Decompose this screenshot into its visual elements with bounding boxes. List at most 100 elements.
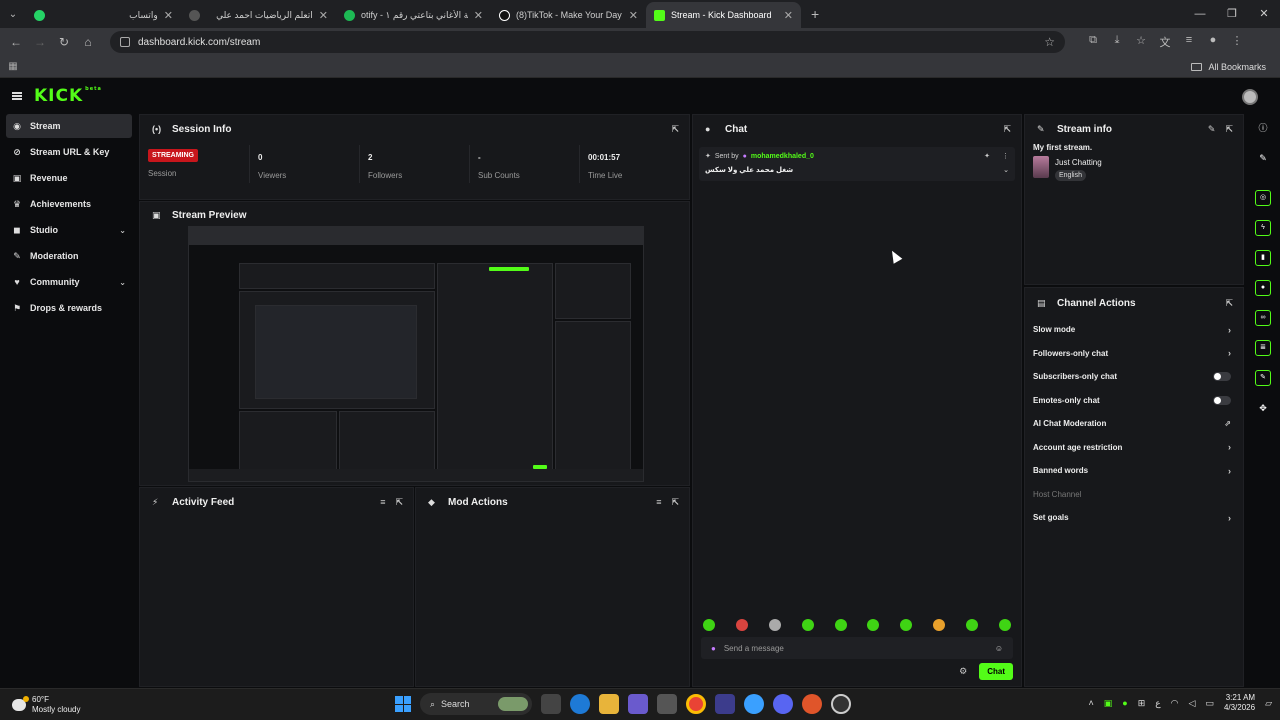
sidebar-item-stream-url-key[interactable]: ⊘ Stream URL & Key <box>6 140 132 164</box>
app-icon[interactable] <box>715 694 735 714</box>
sidebar-item-revenue[interactable]: ▣ Revenue <box>6 166 132 190</box>
emote-icon[interactable] <box>834 619 847 631</box>
tab-whatsapp[interactable]: واتساب ✕ <box>26 2 181 28</box>
info-icon[interactable]: ⓘ <box>1255 120 1271 136</box>
sidebar-item-community[interactable]: ♥ Community ⌄ <box>6 270 132 294</box>
chevron-up-icon[interactable]: ˄ <box>1089 698 1094 708</box>
tray-app-icon[interactable]: ▣ <box>1104 698 1113 709</box>
site-info-icon[interactable] <box>120 37 130 47</box>
edit-icon[interactable]: ✎ <box>1255 150 1271 166</box>
pinned-message[interactable]: ✦ Sent by ● mohamedkhaled_0 ✦ ⋮ شغل محمد … <box>699 147 1015 181</box>
clip-icon[interactable]: ▮ <box>1255 250 1271 266</box>
banned-words-row[interactable]: Banned words › <box>1025 459 1243 483</box>
popout-icon[interactable]: ⇱ <box>395 497 403 508</box>
sidebar-item-stream[interactable]: ◉ Stream <box>6 114 132 138</box>
emote-icon[interactable] <box>900 619 913 631</box>
chat-bubble-icon[interactable]: ● <box>1255 280 1271 296</box>
tab-spotify[interactable]: otify - قايمة الأغاني بتاعتي رقم ١ ✕ <box>336 2 491 28</box>
subscribers-only-toggle[interactable] <box>1213 372 1231 382</box>
close-tab-icon[interactable]: ✕ <box>164 9 173 22</box>
maximize-icon[interactable]: ❐ <box>1216 0 1248 28</box>
gear-icon[interactable]: ⚙ <box>959 666 967 677</box>
emotes-only-toggle[interactable] <box>1213 395 1231 405</box>
link-icon[interactable]: ∞ <box>1255 310 1271 326</box>
all-bookmarks-button[interactable]: All Bookmarks <box>1191 62 1266 72</box>
discord-icon[interactable] <box>773 694 793 714</box>
pinned-username[interactable]: mohamedkhaled_0 <box>751 153 814 160</box>
translate-icon[interactable]: 文 <box>1157 34 1173 50</box>
reading-list-icon[interactable]: ≡ <box>1181 34 1197 50</box>
emote-icon[interactable] <box>933 619 946 631</box>
edge-icon[interactable] <box>570 694 590 714</box>
url-field[interactable]: dashboard.kick.com/stream ☆ <box>110 31 1065 53</box>
emote-icon[interactable] <box>998 619 1011 631</box>
windows-start-icon[interactable] <box>395 696 411 712</box>
unpin-icon[interactable]: ✦ <box>984 152 990 160</box>
task-view-icon[interactable] <box>541 694 561 714</box>
close-tab-icon[interactable]: ✕ <box>474 9 483 22</box>
list-icon[interactable]: ≣ <box>1255 340 1271 356</box>
apps-icon[interactable]: ▦ <box>0 61 26 72</box>
favorites-icon[interactable]: ☆ <box>1133 34 1149 50</box>
taskbar-search[interactable]: ⌕ Search <box>420 693 532 715</box>
notifications-icon[interactable]: ▱ <box>1265 698 1272 709</box>
tab-search-icon[interactable]: ⌄ <box>0 0 26 28</box>
account-age-row[interactable]: Account age restriction › <box>1025 436 1243 460</box>
bookmark-star-icon[interactable]: ☆ <box>1044 35 1055 49</box>
settings-icon[interactable] <box>831 694 851 714</box>
store-icon[interactable] <box>657 694 677 714</box>
sidebar-item-studio[interactable]: ◼ Studio ⌄ <box>6 218 132 242</box>
tab-kick-dashboard[interactable]: Stream - Kick Dashboard ✕ <box>646 2 801 28</box>
language-indicator[interactable]: ع <box>1155 698 1160 709</box>
wifi-icon[interactable]: ◠ <box>1171 698 1179 709</box>
emote-icon[interactable] <box>768 619 781 631</box>
emote-icon[interactable] <box>801 619 814 631</box>
wrench-icon[interactable]: ✎ <box>1255 370 1271 386</box>
ai-moderation-row[interactable]: AI Chat Moderation ⇗ <box>1025 412 1243 436</box>
emote-icon[interactable] <box>735 619 748 631</box>
popout-icon[interactable]: ⇱ <box>1225 124 1233 135</box>
profile-icon[interactable]: ● <box>1205 34 1221 50</box>
app-icon[interactable] <box>744 694 764 714</box>
close-tab-icon[interactable]: ✕ <box>784 9 793 22</box>
tray-app-icon[interactable]: ⊞ <box>1138 698 1146 709</box>
minimize-icon[interactable]: — <box>1184 0 1216 28</box>
extensions-icon[interactable]: ⧉ <box>1085 34 1101 50</box>
stream-preview-video[interactable] <box>188 226 644 482</box>
emoji-icon[interactable]: ☺ <box>995 644 1003 653</box>
tab-math[interactable]: اتعلم الرياضيات احمد علي ✕ <box>181 2 336 28</box>
download-icon[interactable]: ⤓ <box>1109 34 1125 50</box>
weather-widget[interactable]: 60°F Mostly cloudy <box>12 695 80 715</box>
hamburger-menu-icon[interactable] <box>12 92 22 100</box>
followers-only-row[interactable]: Followers-only chat › <box>1025 342 1243 366</box>
more-options-icon[interactable]: ⋮ <box>1002 152 1009 160</box>
popout-icon[interactable]: ⇱ <box>671 497 679 508</box>
emote-icon[interactable] <box>966 619 978 631</box>
chat-send-button[interactable]: Chat <box>979 663 1013 680</box>
tray-mic-icon[interactable]: ● <box>1122 698 1127 708</box>
filter-icon[interactable]: ≡ <box>656 497 661 508</box>
bolt-icon[interactable]: ϟ <box>1255 220 1271 236</box>
avatar[interactable] <box>1242 89 1258 105</box>
gamepad-icon[interactable]: ✥ <box>1255 400 1271 416</box>
edit-icon[interactable]: ✎ <box>1208 124 1216 135</box>
chrome-icon[interactable] <box>686 694 706 714</box>
file-explorer-icon[interactable] <box>599 694 619 714</box>
close-window-icon[interactable]: ✕ <box>1248 0 1280 28</box>
sidebar-item-achievements[interactable]: ♛ Achievements <box>6 192 132 216</box>
slow-mode-row[interactable]: Slow mode › <box>1025 318 1243 342</box>
forward-icon[interactable]: → <box>28 35 52 49</box>
filter-icon[interactable]: ≡ <box>380 497 385 508</box>
chevron-down-icon[interactable]: ⌄ <box>1003 166 1009 174</box>
tab-tiktok[interactable]: (8)TikTok - Make Your Day ✕ <box>491 2 646 28</box>
home-icon[interactable]: ⌂ <box>76 35 100 49</box>
popout-icon[interactable]: ⇱ <box>1225 298 1233 309</box>
volume-icon[interactable]: ◁ <box>1189 698 1196 709</box>
set-goals-row[interactable]: Set goals › <box>1025 506 1243 530</box>
reload-icon[interactable]: ↻ <box>52 35 76 49</box>
clock[interactable]: 3:21 AM 4/3/2026 <box>1224 693 1255 713</box>
emote-icon[interactable] <box>703 619 715 631</box>
popout-icon[interactable]: ⇱ <box>671 124 679 135</box>
sidebar-item-drops-rewards[interactable]: ⚑ Drops & rewards <box>6 296 132 320</box>
emote-icon[interactable] <box>867 619 880 631</box>
